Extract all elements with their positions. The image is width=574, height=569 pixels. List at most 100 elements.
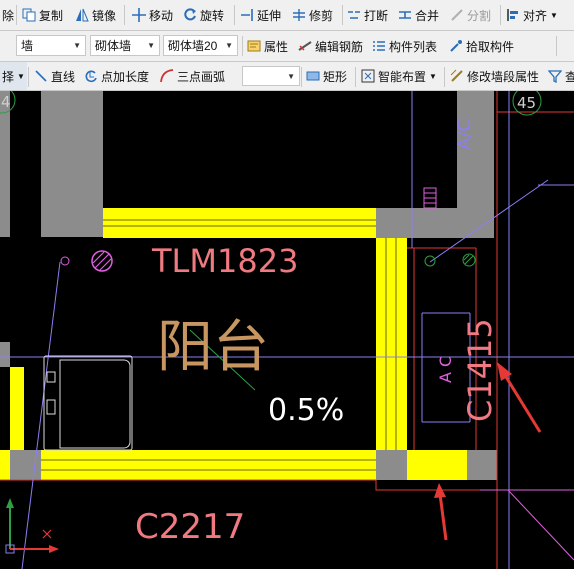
wall-bottom-right-yellow	[407, 450, 467, 480]
edit-rebar-button[interactable]: 编辑钢筋	[298, 31, 363, 61]
separator	[28, 67, 29, 87]
chevron-down-icon: ▼	[287, 71, 295, 81]
select-mode-button[interactable]: 择 ▼	[0, 62, 27, 90]
mirror-button[interactable]: 镜像	[75, 0, 116, 30]
modify-toolbar: 除 复制 镜像 移动 旋转 延伸 修剪 打断 合并 分割 对齐 ▼	[0, 0, 574, 31]
rainwater-pipe-icon	[91, 250, 113, 272]
align-label: 对齐	[523, 8, 548, 23]
line-button[interactable]: 直线	[34, 62, 75, 90]
arc-3pt-button[interactable]: 三点画弧	[160, 62, 225, 90]
add-length-icon	[85, 70, 97, 83]
arc-3pt-label: 三点画弧	[177, 69, 226, 84]
copy-label: 复制	[39, 8, 64, 23]
component-select[interactable]: 砌体墙20 ▼	[163, 35, 238, 56]
select-mode-label: 择	[2, 69, 15, 84]
type-select-value: 砌体墙	[95, 39, 132, 53]
separator	[355, 67, 356, 87]
wall-right-yellow	[376, 238, 407, 450]
separator	[242, 36, 243, 56]
mirror-icon	[76, 8, 89, 22]
annotation-ac-mid: A C	[436, 356, 455, 383]
rotate-label: 旋转	[200, 8, 225, 23]
line-icon	[35, 70, 47, 82]
align-icon	[507, 9, 518, 21]
move-icon	[132, 8, 146, 22]
category-select-value: 墙	[21, 39, 34, 53]
line-label: 直线	[51, 69, 76, 84]
properties-button[interactable]: 属性	[247, 31, 288, 61]
separator	[234, 5, 235, 25]
merge-label: 合并	[415, 8, 440, 23]
separator	[444, 67, 445, 87]
trim-icon	[293, 9, 305, 21]
wall-bottom-edge-yellow	[0, 450, 10, 480]
smart-layout-button[interactable]: 智能布置 ▼	[361, 62, 437, 90]
arc-mode-select[interactable]: ▼	[242, 66, 300, 86]
break-icon	[348, 11, 360, 19]
mirror-label: 镜像	[92, 8, 117, 23]
edit-wall-props-button[interactable]: 修改墙段属性	[450, 62, 539, 90]
merge-button[interactable]: 合并	[398, 0, 439, 30]
pick-component-button[interactable]: 拾取构件	[449, 31, 514, 61]
split-icon	[451, 9, 463, 21]
arc-icon	[160, 69, 174, 83]
separator	[16, 5, 17, 25]
split-button[interactable]: 分割	[450, 0, 491, 30]
component-toolbar: 墙 ▼ 砌体墙 ▼ 砌体墙20 ▼ 属性 编辑钢筋 构件列表 拾取构件	[0, 31, 574, 62]
component-list-label: 构件列表	[389, 39, 438, 54]
chevron-down-icon: ▼	[429, 71, 437, 81]
copy-button[interactable]: 复制	[22, 0, 63, 30]
wall-left-yellow	[10, 367, 24, 450]
move-button[interactable]: 移动	[132, 0, 173, 30]
split-label: 分割	[467, 8, 492, 23]
separator	[556, 36, 557, 56]
list-icon	[373, 41, 385, 51]
window-label-right: C1415	[461, 318, 499, 422]
axis-label-right: 45	[517, 94, 536, 112]
chevron-down-icon: ▼	[550, 10, 558, 20]
break-label: 打断	[364, 8, 389, 23]
chevron-down-icon: ▼	[225, 41, 233, 50]
edit-rebar-label: 编辑钢筋	[315, 39, 364, 54]
smart-layout-icon	[361, 69, 375, 83]
trim-label: 修剪	[309, 8, 334, 23]
align-button[interactable]: 对齐 ▼	[506, 0, 558, 30]
pick-icon	[450, 40, 462, 52]
extend-label: 延伸	[257, 8, 282, 23]
delete-label: 除	[2, 8, 15, 23]
door-label: TLM1823	[151, 242, 298, 280]
cad-canvas[interactable]: 4 45 A/C A C TLM1823 阳台 0.5% C2217 C1415	[0, 91, 574, 569]
smart-layout-label: 智能布置	[378, 69, 427, 84]
rectangle-icon	[306, 71, 320, 81]
find-label: 查	[565, 68, 574, 85]
wall-bottom-mid-post	[376, 450, 407, 480]
merge-icon	[399, 11, 411, 19]
wall-upper-left	[41, 91, 103, 237]
break-button[interactable]: 打断	[347, 0, 388, 30]
wall-top-yellow	[103, 208, 376, 238]
wall-bottom-yellow	[41, 450, 376, 480]
move-label: 移动	[149, 8, 174, 23]
draw-toolbar: 择 ▼ 直线 点加长度 三点画弧 ▼ 矩形 智能布置 ▼ 修改墙段属性 查	[0, 62, 574, 91]
chevron-down-icon: ▼	[17, 71, 25, 81]
rotate-button[interactable]: 旋转	[183, 0, 224, 30]
delete-button[interactable]: 除	[2, 0, 14, 30]
find-button[interactable]: 查	[548, 62, 574, 90]
axis-label-left: 4	[1, 93, 11, 111]
extend-button[interactable]: 延伸	[240, 0, 281, 30]
annotation-ac-top: A/C	[454, 119, 475, 150]
category-select[interactable]: 墙 ▼	[16, 35, 86, 56]
chevron-down-icon: ▼	[73, 41, 81, 50]
rectangle-button[interactable]: 矩形	[306, 62, 347, 90]
filter-icon	[548, 70, 562, 83]
component-list-button[interactable]: 构件列表	[372, 31, 437, 61]
extend-icon	[241, 9, 253, 21]
trim-button[interactable]: 修剪	[292, 0, 333, 30]
add-length-button[interactable]: 点加长度	[84, 62, 149, 90]
separator	[500, 5, 501, 25]
chevron-down-icon: ▼	[147, 41, 155, 50]
add-length-label: 点加长度	[101, 69, 150, 84]
type-select[interactable]: 砌体墙 ▼	[90, 35, 160, 56]
wall-bottom-right-post	[467, 450, 497, 480]
edit-wall-icon	[450, 69, 463, 82]
